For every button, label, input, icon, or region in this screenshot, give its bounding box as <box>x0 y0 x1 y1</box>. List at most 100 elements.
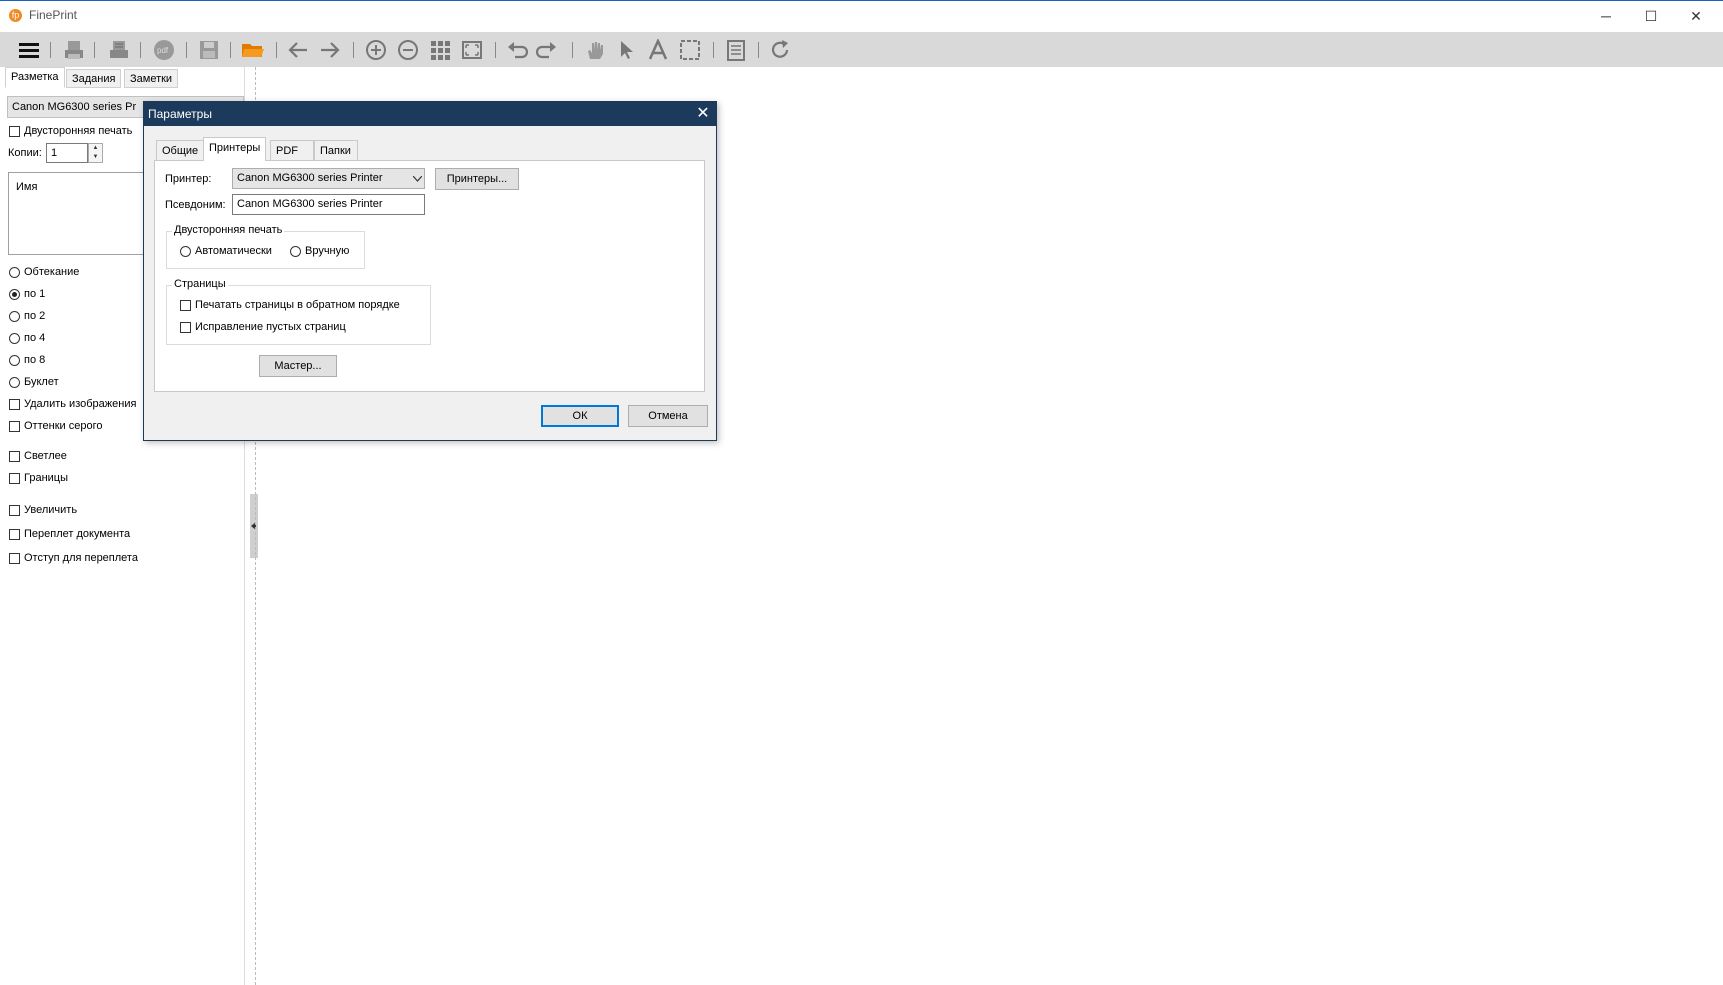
duplex-manual-label: Вручную <box>305 245 350 257</box>
toolbar-separator <box>353 42 354 58</box>
printers-button[interactable]: Принтеры... <box>435 168 519 190</box>
hand-icon[interactable] <box>583 38 607 62</box>
dialog-title-bar <box>144 102 716 126</box>
select-rect-icon[interactable] <box>678 38 702 62</box>
duplex-manual-radio[interactable] <box>290 246 301 257</box>
remove-images-checkbox[interactable] <box>9 399 20 410</box>
print-settings-icon[interactable] <box>107 38 131 62</box>
tab-printers[interactable]: Принтеры <box>203 137 267 161</box>
text-icon[interactable] <box>646 38 670 62</box>
enlarge-checkbox[interactable] <box>9 505 20 516</box>
blank-pages-fix-label: Исправление пустых страниц <box>195 321 346 333</box>
pages-group <box>166 285 431 345</box>
layout-radio-label: Буклет <box>24 376 59 388</box>
toolbar-separator <box>713 42 714 58</box>
toolbar-separator <box>50 42 51 58</box>
toolbar-separator <box>758 42 759 58</box>
toolbar-separator <box>276 42 277 58</box>
toolbar: pdf <box>0 32 1723 67</box>
toolbar-separator <box>94 42 95 58</box>
lighter-checkbox[interactable] <box>9 451 20 462</box>
copies-input[interactable]: 1 <box>46 143 88 163</box>
borders-checkbox[interactable] <box>9 473 20 484</box>
ok-button[interactable]: ОК <box>541 405 619 427</box>
alias-input[interactable]: Canon MG6300 series Printer <box>232 194 425 215</box>
reverse-order-label: Печатать страницы в обратном порядке <box>195 299 400 311</box>
zoom-out-icon[interactable] <box>396 38 420 62</box>
tab-folders[interactable]: Папки <box>314 140 358 160</box>
tab-general[interactable]: Общие <box>156 140 205 160</box>
duplex-auto-label: Автоматически <box>195 245 272 257</box>
toolbar-separator <box>186 42 187 58</box>
forward-arrow-icon[interactable] <box>318 38 342 62</box>
back-arrow-icon[interactable] <box>286 38 310 62</box>
toolbar-separator <box>140 42 141 58</box>
duplex-checkbox[interactable] <box>9 126 20 137</box>
close-window-button[interactable]: ✕ <box>1673 4 1719 28</box>
refresh-icon[interactable] <box>768 38 792 62</box>
grayscale-label: Оттенки серого <box>24 420 103 432</box>
binding-margin-checkbox[interactable] <box>9 553 20 564</box>
print-icon[interactable] <box>62 38 86 62</box>
duplex-auto-radio[interactable] <box>180 246 191 257</box>
undo-icon[interactable] <box>505 38 529 62</box>
maximize-button[interactable]: ☐ <box>1628 4 1674 28</box>
binding-checkbox[interactable] <box>9 529 20 540</box>
lighter-label: Светлее <box>24 450 67 462</box>
layout-radio-label: по 2 <box>24 310 46 322</box>
minimize-button[interactable]: ─ <box>1583 4 1629 28</box>
menu-icon[interactable] <box>17 38 41 62</box>
pages-group-title: Страницы <box>172 278 228 290</box>
names-list-header: Имя <box>16 181 38 193</box>
duplex-group-title: Двусторонняя печать <box>172 224 285 236</box>
save-icon[interactable] <box>197 38 221 62</box>
toolbar-separator <box>572 42 573 58</box>
tab-layout[interactable]: Разметка <box>5 67 65 88</box>
pointer-icon[interactable] <box>614 38 638 62</box>
layout-radio-label: по 4 <box>24 332 46 344</box>
grayscale-checkbox[interactable] <box>9 421 20 432</box>
tab-pdf[interactable]: PDF <box>270 140 314 160</box>
alias-label: Псевдоним: <box>165 199 226 211</box>
dialog-title: Параметры <box>148 107 212 121</box>
open-folder-icon[interactable] <box>241 38 265 62</box>
layout-radio-booklet[interactable] <box>9 377 20 388</box>
collapse-panel-handle[interactable] <box>250 494 258 558</box>
blank-pages-fix-checkbox[interactable] <box>180 322 191 333</box>
remove-images-label: Удалить изображения <box>24 398 137 410</box>
toolbar-separator <box>495 42 496 58</box>
layout-radio-2up[interactable] <box>9 311 20 322</box>
copies-label: Копии: <box>8 147 42 159</box>
wizard-button[interactable]: Мастер... <box>259 355 337 377</box>
dialog-close-button[interactable]: ✕ <box>693 104 713 124</box>
layout-radio-wrap[interactable] <box>9 267 20 278</box>
toolbar-separator <box>230 42 231 58</box>
layout-radio-1up[interactable] <box>9 289 20 300</box>
layout-radio-8up[interactable] <box>9 355 20 366</box>
pdf-icon[interactable]: pdf <box>152 38 176 62</box>
reverse-order-checkbox[interactable] <box>180 300 191 311</box>
fit-page-icon[interactable] <box>460 38 484 62</box>
window-title: FinePrint <box>29 8 78 22</box>
title-bar <box>0 0 1723 32</box>
layout-radio-label: по 8 <box>24 354 46 366</box>
tab-notes[interactable]: Заметки <box>124 69 179 88</box>
printer-dropdown[interactable]: Canon MG6300 series Printer <box>232 168 425 189</box>
layout-radio-4up[interactable] <box>9 333 20 344</box>
copies-stepper[interactable]: ▲ ▼ <box>88 143 103 163</box>
parameters-dialog: Параметры ✕ Общие Принтеры PDF Папки При… <box>143 101 717 441</box>
printer-select-value: Canon MG6300 series Pr <box>12 101 137 113</box>
chevron-left-icon <box>251 522 256 530</box>
enlarge-label: Увеличить <box>24 504 78 516</box>
layout-radio-label: по 1 <box>24 288 46 300</box>
binding-label: Переплет документа <box>24 528 131 540</box>
borders-label: Границы <box>24 472 68 484</box>
duplex-label: Двусторонняя печать <box>24 125 133 137</box>
printer-dropdown-value: Canon MG6300 series Printer <box>237 172 383 184</box>
redo-icon[interactable] <box>535 38 559 62</box>
cancel-button[interactable]: Отмена <box>628 405 708 427</box>
tab-jobs[interactable]: Задания <box>66 69 122 88</box>
notes-icon[interactable] <box>724 38 748 62</box>
zoom-in-icon[interactable] <box>364 38 388 62</box>
grid-icon[interactable] <box>428 38 452 62</box>
